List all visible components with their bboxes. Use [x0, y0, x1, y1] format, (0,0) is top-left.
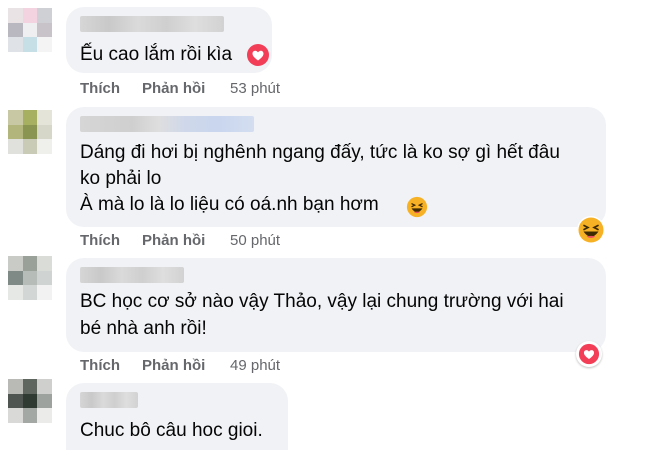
- comment-text: Chuc bô câu hoc gioi.: [80, 420, 263, 441]
- avatar[interactable]: [8, 379, 52, 423]
- timestamp[interactable]: 49 phút: [230, 357, 280, 374]
- comment-bubble: BC học cơ sở nào vậy Thảo, vậy lại chung…: [66, 258, 606, 352]
- like-button[interactable]: Thích: [80, 357, 142, 374]
- like-button[interactable]: Thích: [80, 80, 142, 97]
- comment-bubble: Dáng đi hơi bị nghênh ngang đấy, tức là …: [66, 107, 606, 227]
- author-name[interactable]: [80, 116, 254, 132]
- like-button[interactable]: Thích: [80, 232, 142, 249]
- comment-bubble: Ếu cao lắm rồi kìa: [66, 7, 272, 73]
- avatar[interactable]: [8, 8, 52, 52]
- comment-text: Ếu cao lắm rồi kìa: [80, 44, 233, 65]
- heart-icon[interactable]: [576, 341, 602, 367]
- author-name[interactable]: [80, 392, 138, 408]
- author-name[interactable]: [80, 267, 184, 283]
- reply-button[interactable]: Phản hồi: [142, 232, 230, 249]
- haha-icon: [406, 196, 428, 218]
- comment-text: ko phải lo: [80, 168, 162, 189]
- haha-icon[interactable]: [576, 215, 606, 245]
- comment-actions: Thích Phản hồi 53 phút: [80, 80, 280, 97]
- heart-icon: [247, 44, 269, 66]
- comment-actions: Thích Phản hồi 50 phút: [80, 232, 280, 249]
- comment-text: bé nhà anh rồi!: [80, 318, 207, 339]
- comment-text: Dáng đi hơi bị nghênh ngang đấy, tức là …: [80, 142, 560, 163]
- reply-button[interactable]: Phản hồi: [142, 357, 230, 374]
- timestamp[interactable]: 53 phút: [230, 80, 280, 97]
- author-name[interactable]: [80, 16, 224, 32]
- timestamp[interactable]: 50 phút: [230, 232, 280, 249]
- avatar[interactable]: [8, 110, 52, 154]
- comment-bubble: Chuc bô câu hoc gioi.: [66, 383, 288, 450]
- avatar[interactable]: [8, 256, 52, 300]
- comment-actions: Thích Phản hồi 49 phút: [80, 357, 280, 374]
- comment-text: BC học cơ sở nào vậy Thảo, vậy lại chung…: [80, 291, 564, 312]
- comment-text: À mà lo là lo liệu có oá.nh bạn hơm: [80, 194, 379, 215]
- reply-button[interactable]: Phản hồi: [142, 80, 230, 97]
